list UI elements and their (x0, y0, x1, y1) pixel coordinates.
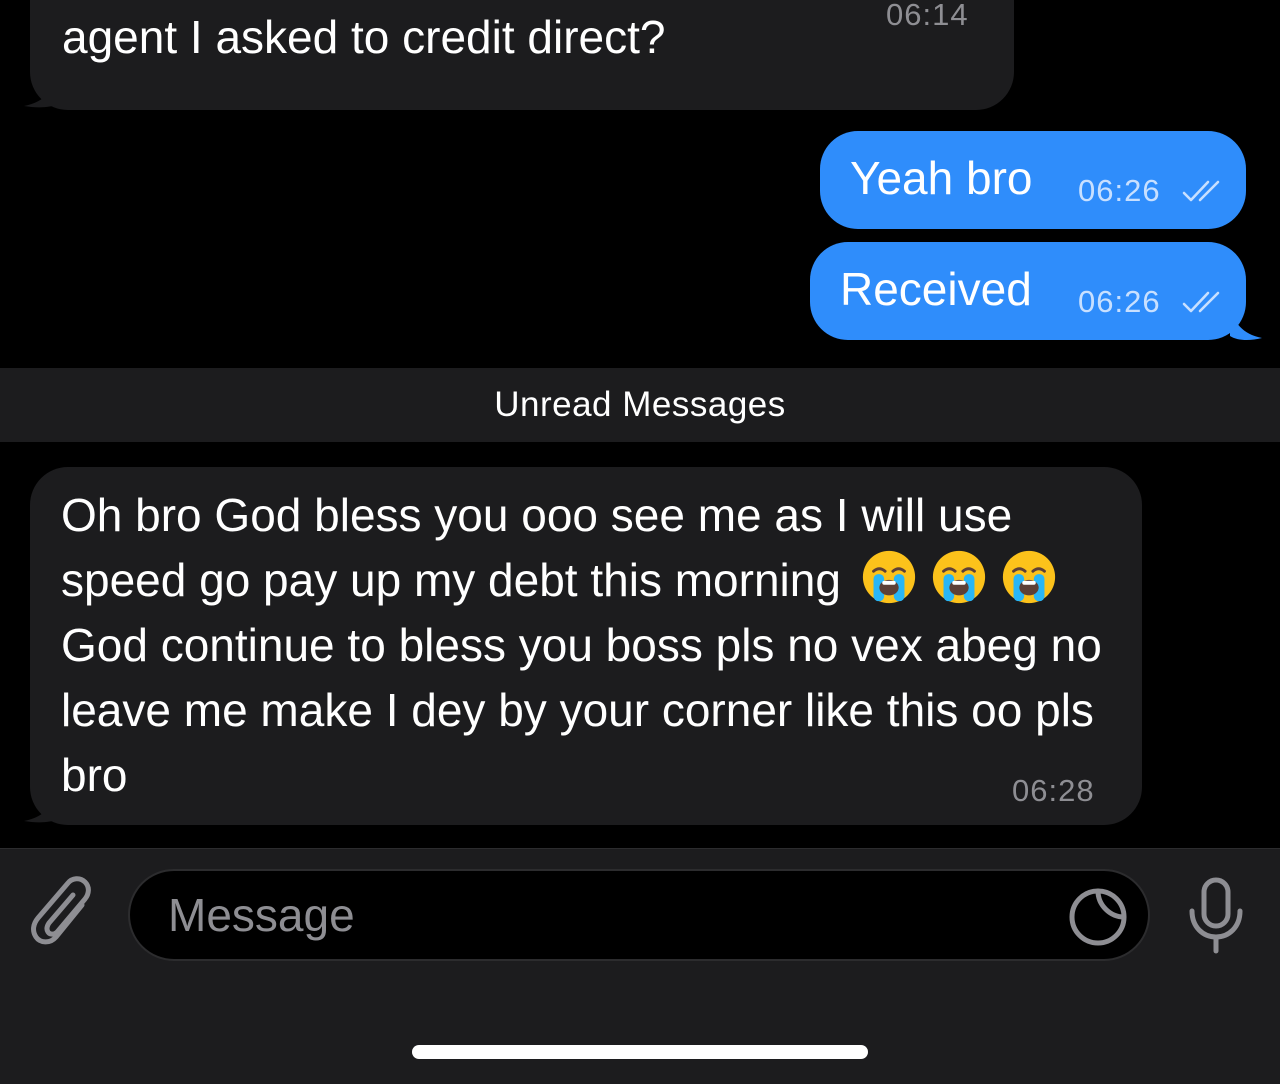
unread-messages-divider: Unread Messages (0, 368, 1280, 442)
message-text: Yeah bro (850, 152, 1033, 204)
message-placeholder: Message (168, 889, 355, 941)
message-bubble-incoming[interactable]: Bro pls have you got it because it’s the… (24, 0, 1014, 110)
message-text: Received (840, 263, 1032, 315)
chat-screen: Bro pls have you got it because it’s the… (0, 0, 1280, 1084)
message-bubble-outgoing[interactable]: Yeah bro 06:26 (820, 131, 1246, 229)
message-time: 06:26 (1078, 173, 1161, 208)
message-text: Bro pls have you got it because it’s the… (62, 11, 666, 63)
message-time: 06:14 (886, 0, 969, 32)
microphone-icon[interactable] (1186, 877, 1246, 955)
message-bubble-outgoing[interactable]: Received 06:26 (810, 242, 1262, 341)
message-bubble-incoming[interactable]: Oh bro God bless you ooo see me as I wil… (24, 467, 1142, 825)
bubble-tail-icon (24, 789, 58, 823)
loudly-crying-face-emoji (862, 550, 915, 604)
bubble-tail-icon (1230, 308, 1262, 341)
loudly-crying-face-emoji (1002, 550, 1055, 604)
double-check-icon (1182, 291, 1220, 313)
message-time: 06:28 (1012, 773, 1095, 808)
loudly-crying-face-emoji (932, 550, 985, 604)
message-text-part: God continue to bless you boss pls no ve… (61, 619, 1102, 801)
message-input[interactable]: Message (128, 869, 1150, 961)
message-text: Oh bro God bless you ooo see me as I wil… (61, 483, 1121, 808)
double-check-icon (1182, 180, 1220, 202)
paperclip-icon[interactable] (30, 875, 98, 955)
unread-messages-label: Unread Messages (494, 385, 786, 424)
bubble-tail-icon (24, 74, 58, 108)
message-input-bar: Message (0, 848, 1280, 1084)
home-indicator[interactable] (412, 1045, 868, 1059)
message-time: 06:26 (1078, 284, 1161, 319)
sticker-icon[interactable] (1068, 887, 1128, 947)
